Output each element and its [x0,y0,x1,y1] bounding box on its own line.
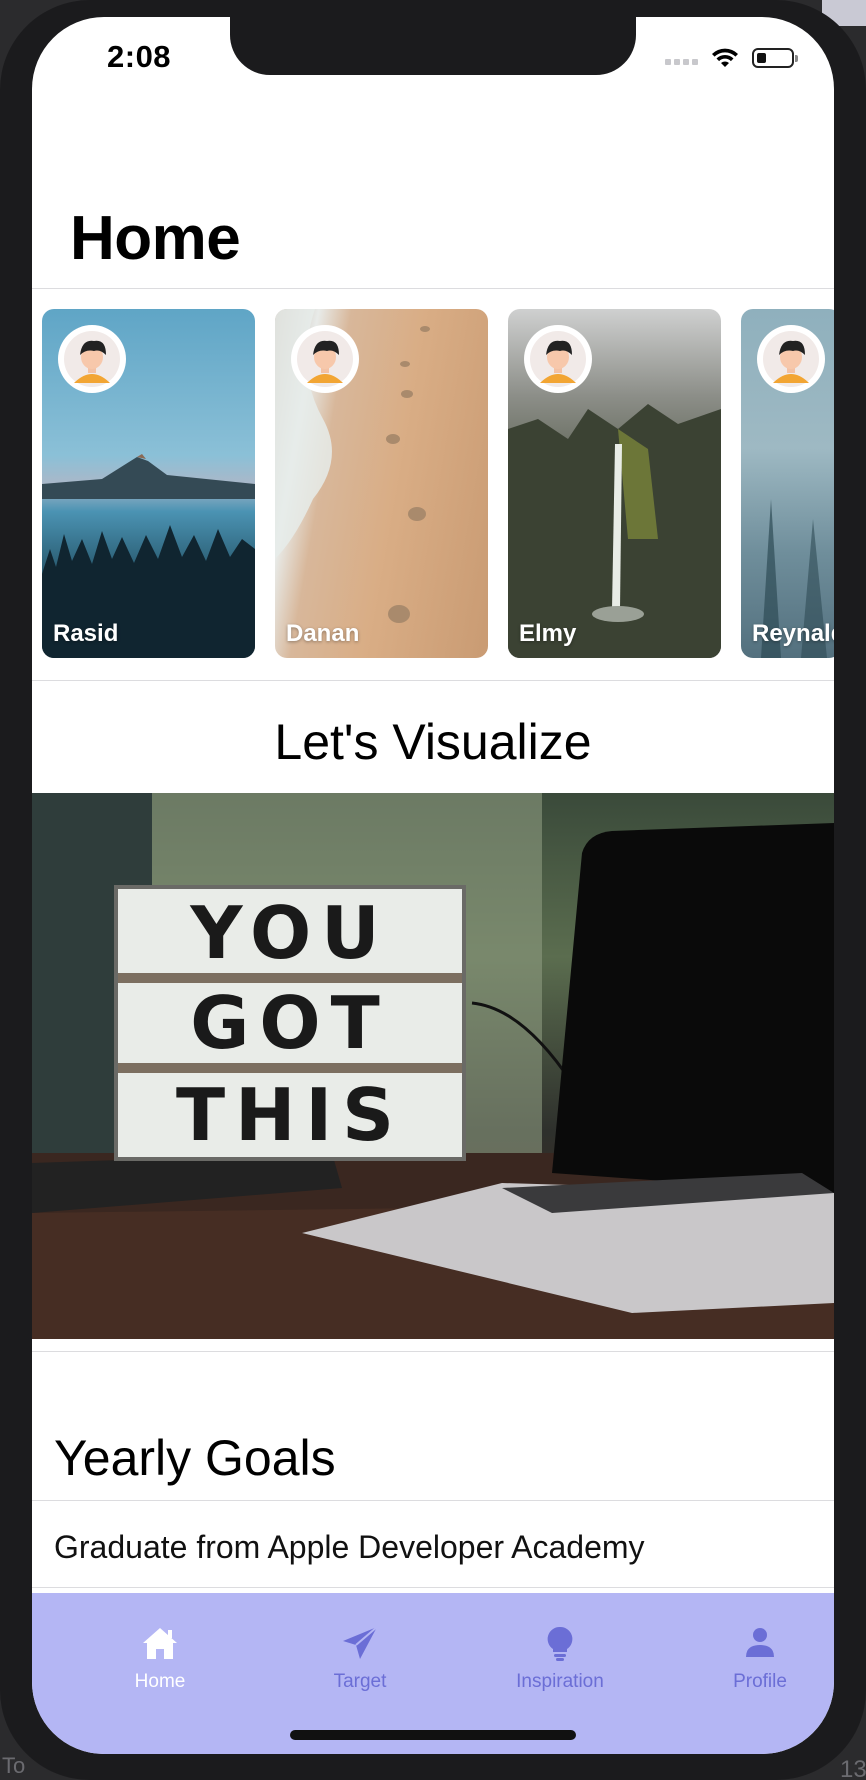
user-avatar-icon [64,331,120,387]
goals-heading: Yearly Goals [54,1430,336,1486]
tab-target[interactable]: Target [300,1625,420,1693]
home-indicator[interactable] [290,1730,576,1740]
board-line-1: YOU [189,891,389,975]
story-card-rasid[interactable]: Rasid [42,309,255,658]
cellular-signal-icon [665,59,698,65]
tab-profile[interactable]: Profile [700,1625,820,1693]
status-icons [665,47,798,69]
stories-carousel[interactable]: Rasid Danan Elmy Reynal [42,309,834,658]
paperplane-icon [343,1626,378,1659]
tab-inspiration[interactable]: Inspiration [500,1625,620,1693]
user-avatar-icon [530,331,586,387]
story-card-reynald[interactable]: Reynald [741,309,834,658]
divider [32,1500,834,1501]
avatar [757,325,825,393]
tab-home[interactable]: Home [100,1625,220,1693]
visualize-heading: Let's Visualize [274,714,592,770]
wifi-icon [712,48,738,67]
notch [230,17,636,75]
tab-label: Inspiration [516,1671,604,1692]
battery-icon [752,48,798,68]
divider [32,680,834,681]
app-screen: 2:08 Home Rasid Danan Elmy Reynal Let's … [32,17,834,1754]
lightbox-laptop-photo: YOU GOT THIS [32,793,834,1339]
story-name: Reynald [752,620,834,647]
tab-label: Target [333,1671,387,1692]
house-icon [143,1628,177,1659]
avatar [524,325,592,393]
status-time: 2:08 [107,39,172,74]
tab-label: Profile [733,1671,787,1692]
divider [32,1587,834,1588]
user-avatar-icon [297,331,353,387]
divider [32,1351,834,1352]
divider [32,288,834,289]
page-title: Home [70,204,241,273]
avatar [58,325,126,393]
person-icon [746,1628,774,1657]
story-name: Elmy [519,620,577,647]
board-line-2: GOT [190,981,389,1065]
goal-list-item[interactable]: Graduate from Apple Developer Academy [54,1529,645,1566]
phone-frame: 2:08 Home Rasid Danan Elmy Reynal Let's … [0,0,866,1780]
story-card-elmy[interactable]: Elmy [508,309,721,658]
story-card-danan[interactable]: Danan [275,309,488,658]
lightbulb-icon [547,1626,573,1661]
story-name: Rasid [53,620,119,647]
tab-label: Home [134,1671,186,1692]
board-line-3: THIS [176,1073,404,1157]
story-name: Danan [286,620,360,647]
visualize-image: YOU GOT THIS [32,793,834,1339]
user-avatar-icon [763,331,819,387]
avatar [291,325,359,393]
